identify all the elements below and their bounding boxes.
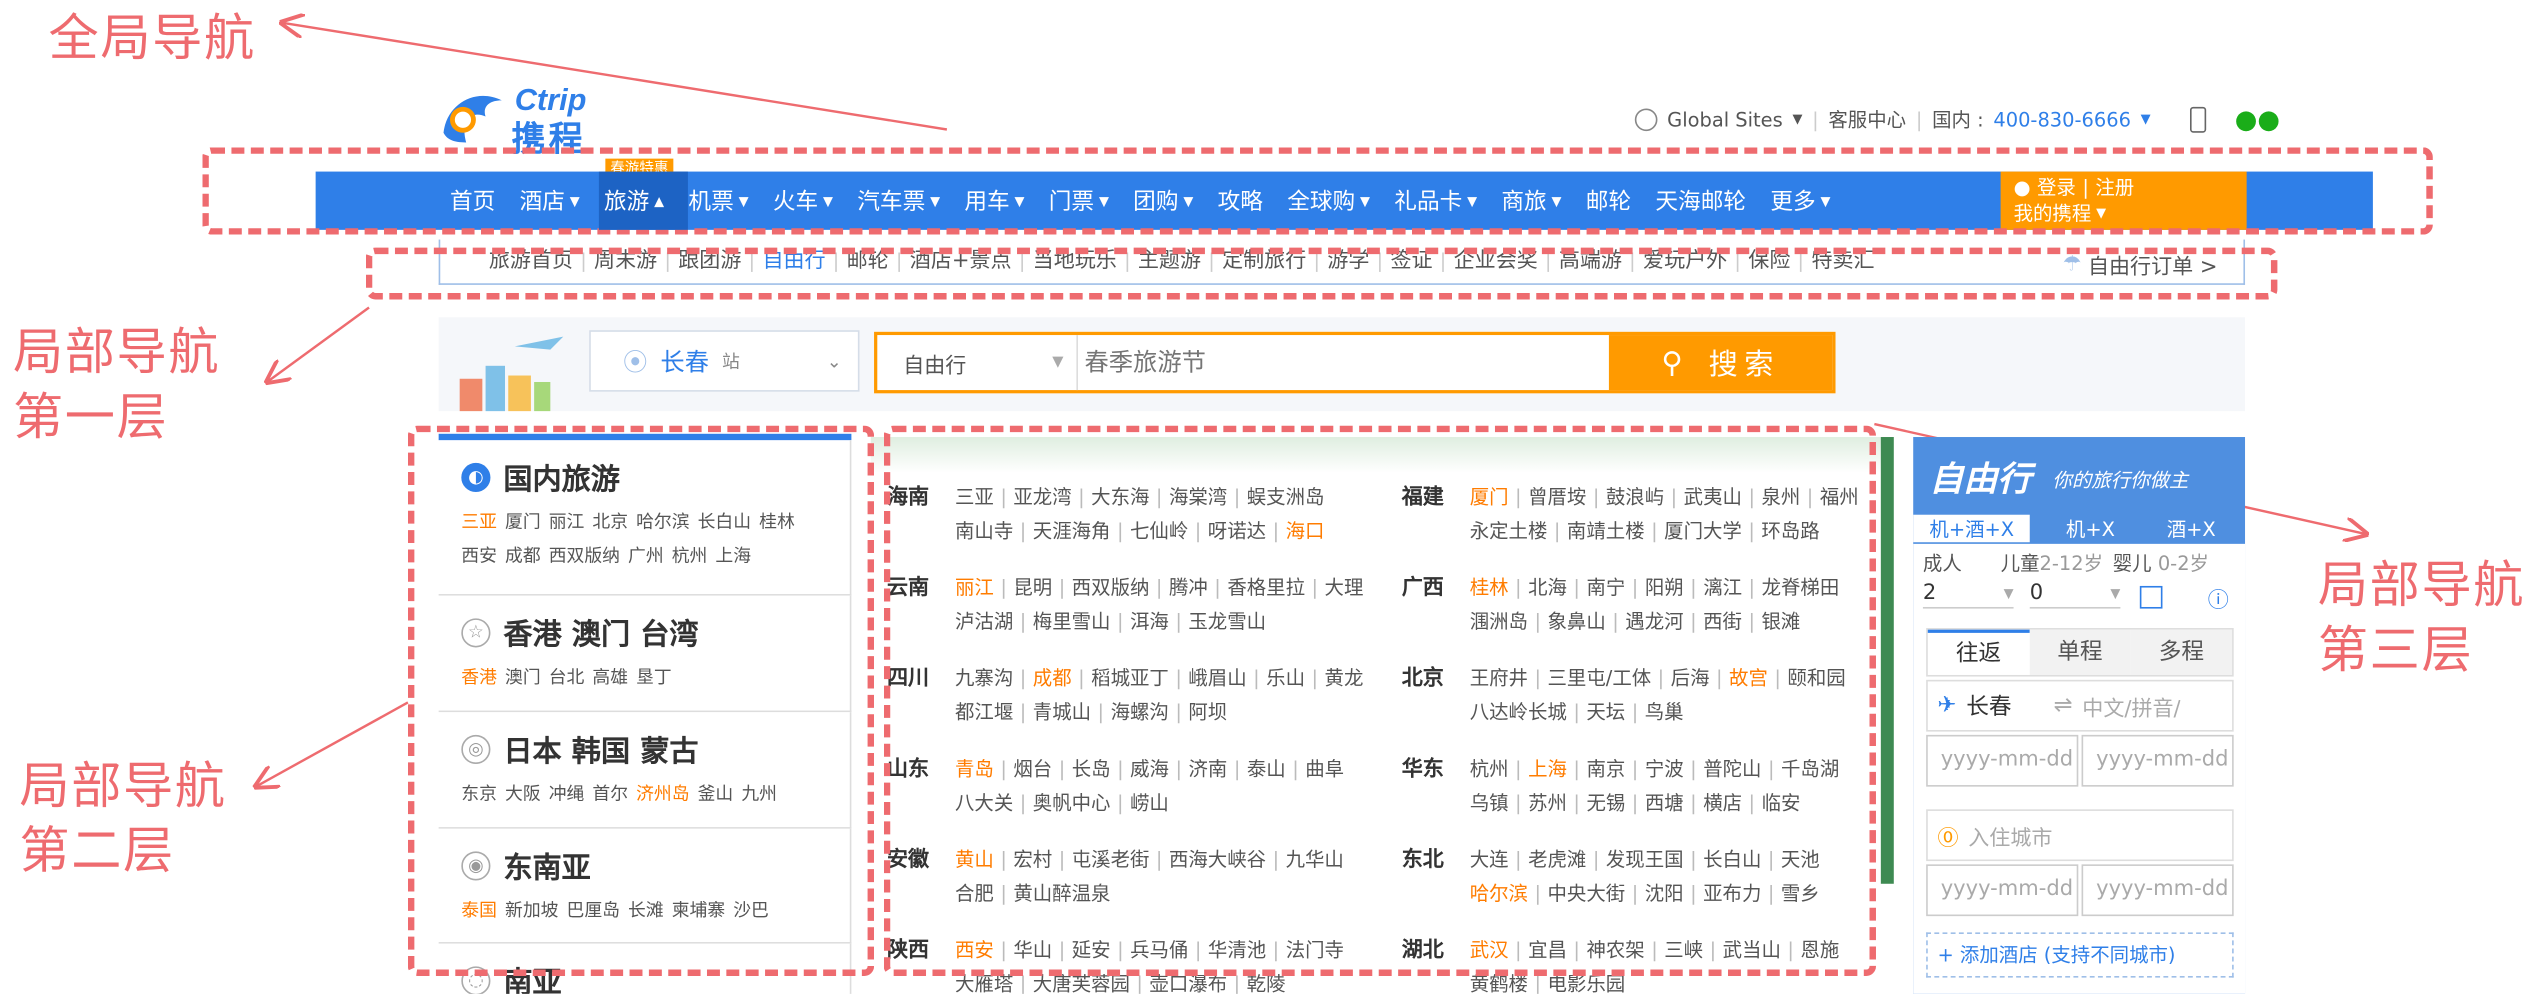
tab-flight-x[interactable]: 机+X bbox=[2050, 514, 2131, 542]
panel-edge-decoration bbox=[1880, 437, 1894, 884]
global-nav-frame bbox=[202, 147, 2433, 235]
chevron-down-icon: ▼ bbox=[2110, 585, 2121, 601]
mobile-icon[interactable] bbox=[2189, 106, 2206, 132]
hotline-number[interactable]: 400-830-6666 bbox=[1993, 108, 2131, 131]
to-city-field[interactable]: 中文/拼音/ bbox=[2082, 690, 2180, 721]
child-label: 儿童 bbox=[2000, 551, 2040, 575]
plane-icon: ✈ bbox=[1937, 692, 1957, 719]
tab-one-way[interactable]: 单程 bbox=[2029, 629, 2131, 675]
from-city-field[interactable]: 长春 bbox=[1966, 690, 2011, 722]
search-button[interactable]: ⚲ 搜索 bbox=[1608, 335, 1833, 391]
city-suffix: 站 bbox=[721, 351, 740, 373]
info-icon[interactable]: ⓘ bbox=[2208, 583, 2229, 613]
chevron-down-icon: ▼ bbox=[1792, 111, 1803, 127]
chevron-down-icon: ▼ bbox=[2140, 111, 2151, 127]
departure-city-select[interactable]: ⦿ 长春 站 ⌄ bbox=[589, 330, 860, 392]
chevron-up-icon: ▲ bbox=[654, 193, 665, 208]
chevron-down-icon: ▼ bbox=[2003, 585, 2014, 601]
depart-date-field[interactable]: yyyy-mm-dd bbox=[1926, 734, 2079, 787]
infant-label: 婴儿 bbox=[2112, 551, 2152, 575]
return-date-field[interactable]: yyyy-mm-dd bbox=[2081, 734, 2234, 787]
chevron-down-icon: ⌄ bbox=[826, 350, 842, 372]
swap-icon[interactable]: ⇌ bbox=[2054, 693, 2073, 719]
hotel-city-field[interactable]: ⓪ 入住城市 bbox=[1926, 809, 2234, 862]
hotel-city-placeholder: 入住城市 bbox=[1968, 826, 2053, 851]
tab-flight-hotel-x[interactable]: 机+酒+X bbox=[1913, 513, 2031, 542]
nav-item-2[interactable]: 旅游 ▲ bbox=[604, 185, 664, 217]
ctrip-logo[interactable]: Ctrip 携程 bbox=[437, 84, 623, 159]
hotel-icon: ⓪ bbox=[1937, 826, 1959, 851]
add-hotel-button[interactable]: + 添加酒店 (支持不同城市) bbox=[1926, 932, 2234, 978]
adult-label: 成人 bbox=[1922, 551, 1962, 575]
adult-select[interactable]: 2 ▼ bbox=[1922, 579, 2014, 609]
search-button-label: 搜索 bbox=[1708, 348, 1780, 382]
checkin-date-field[interactable]: yyyy-mm-dd bbox=[1926, 864, 2079, 917]
local-nav-1-frame bbox=[365, 247, 2278, 300]
page: 全局导航 局部导航 第一层 局部导航 第二层 局部导航 第三层 Ctrip 携程… bbox=[0, 0, 2538, 994]
infant-age: 0-2岁 bbox=[2157, 551, 2209, 575]
checkout-date-field[interactable]: yyyy-mm-dd bbox=[2081, 864, 2234, 917]
booking-title: 自由行 bbox=[1929, 459, 2032, 499]
child-age: 2-12岁 bbox=[2039, 551, 2104, 575]
search-input[interactable] bbox=[1084, 341, 1603, 384]
global-sites-link[interactable]: Global Sites bbox=[1667, 108, 1783, 131]
location-pin-icon: ⦿ bbox=[623, 347, 648, 377]
search-type-value: 自由行 bbox=[903, 353, 967, 378]
local-nav-2-frame bbox=[407, 425, 875, 977]
chevron-down-icon: ▼ bbox=[1052, 354, 1064, 371]
search-type-select[interactable]: 自由行 ▼ bbox=[877, 335, 1079, 391]
search-icon: ⚲ bbox=[1661, 345, 1690, 380]
wechat-icon[interactable]: ●● bbox=[2235, 104, 2280, 135]
booking-tabs: 机+酒+X 机+X 酒+X bbox=[1913, 511, 2232, 543]
adult-value: 2 bbox=[1922, 581, 1937, 606]
dolphin-icon bbox=[443, 95, 502, 143]
nav-item-label: 旅游 bbox=[603, 189, 650, 216]
domestic-label: 国内 : bbox=[1932, 108, 1984, 132]
local-nav-level-3: 自由行 你的旅行你做主 机+酒+X 机+X 酒+X 成人 儿童2-12岁 婴儿 … bbox=[1913, 437, 2246, 994]
search-box: 自由行 ▼ ⚲ 搜索 bbox=[874, 331, 1836, 394]
traveler-labels: 成人 儿童2-12岁 婴儿 0-2岁 bbox=[1923, 549, 2209, 577]
booking-slogan: 你的旅行你做主 bbox=[2052, 469, 2189, 493]
city-illustration bbox=[459, 336, 564, 412]
tab-round-trip[interactable]: 往返 bbox=[1927, 629, 2030, 675]
tab-multi-city[interactable]: 多程 bbox=[2130, 629, 2233, 675]
route-fields: ✈ 长春 ⇌ 中文/拼音/ bbox=[1926, 679, 2234, 732]
departure-city: 长春 bbox=[660, 347, 710, 377]
divider: | bbox=[1812, 107, 1819, 131]
child-value: 0 bbox=[2029, 581, 2044, 606]
top-utility-bar: Global Sites ▼ | 客服中心 | 国内 : 400-830-666… bbox=[1634, 104, 2280, 135]
globe-icon bbox=[1634, 107, 1658, 131]
trip-type-tabs: 往返 单程 多程 bbox=[1926, 628, 2234, 677]
infant-checkbox[interactable] bbox=[2139, 585, 2163, 609]
service-center-link[interactable]: 客服中心 bbox=[1828, 105, 1906, 133]
child-select[interactable]: 0 ▼ bbox=[2029, 579, 2121, 609]
booking-form: 成人 儿童2-12岁 婴儿 0-2岁 2 ▼ 0 ▼ ⓘ 往返 单程 多程 ✈ … bbox=[1913, 543, 2246, 994]
divider: | bbox=[1915, 107, 1923, 131]
region-panel-frame bbox=[883, 425, 1876, 977]
tab-hotel-x[interactable]: 酒+X bbox=[2151, 514, 2232, 542]
